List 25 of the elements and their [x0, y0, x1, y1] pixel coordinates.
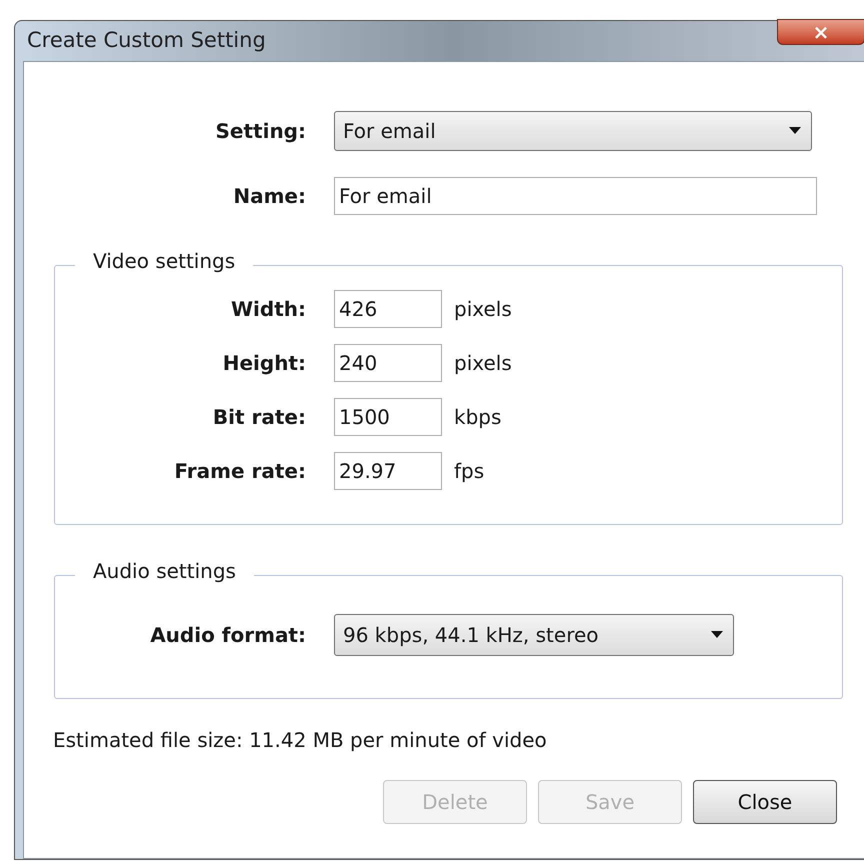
unit-label: pixels: [454, 350, 512, 377]
name-field[interactable]: For email: [334, 177, 817, 215]
number-field[interactable]: 426: [334, 290, 442, 328]
estimated-size-text: Estimated file size: 11.42 MB per minute of video: [53, 727, 548, 754]
unit-label: fps: [454, 458, 484, 485]
number-field[interactable]: 1500: [334, 398, 442, 436]
field-label: Bit rate:: [212, 404, 307, 431]
dropdown-caret-icon: [711, 631, 723, 639]
unit-label: pixels: [454, 296, 512, 323]
number-field[interactable]: 29.97: [334, 452, 442, 490]
dropdown-caret-icon: [789, 127, 801, 135]
audio-format-dropdown[interactable]: 96 kbps, 44.1 kHz, stereo: [334, 614, 734, 656]
field-label: Width:: [230, 296, 307, 323]
window-title: Create Custom Setting: [27, 27, 266, 54]
dialog-button[interactable]: Close: [693, 780, 837, 824]
field-label: Audio format:: [149, 622, 307, 649]
number-field[interactable]: 240: [334, 344, 442, 382]
group-title: Audio settings: [75, 561, 254, 581]
unit-label: kbps: [454, 404, 502, 431]
field-label: Name:: [232, 183, 307, 210]
field-label: Frame rate:: [173, 458, 307, 485]
field-label: Setting:: [214, 118, 307, 145]
setting-dropdown[interactable]: For email: [334, 111, 812, 151]
group-title: Video settings: [75, 251, 254, 271]
field-label: Height:: [222, 350, 307, 377]
